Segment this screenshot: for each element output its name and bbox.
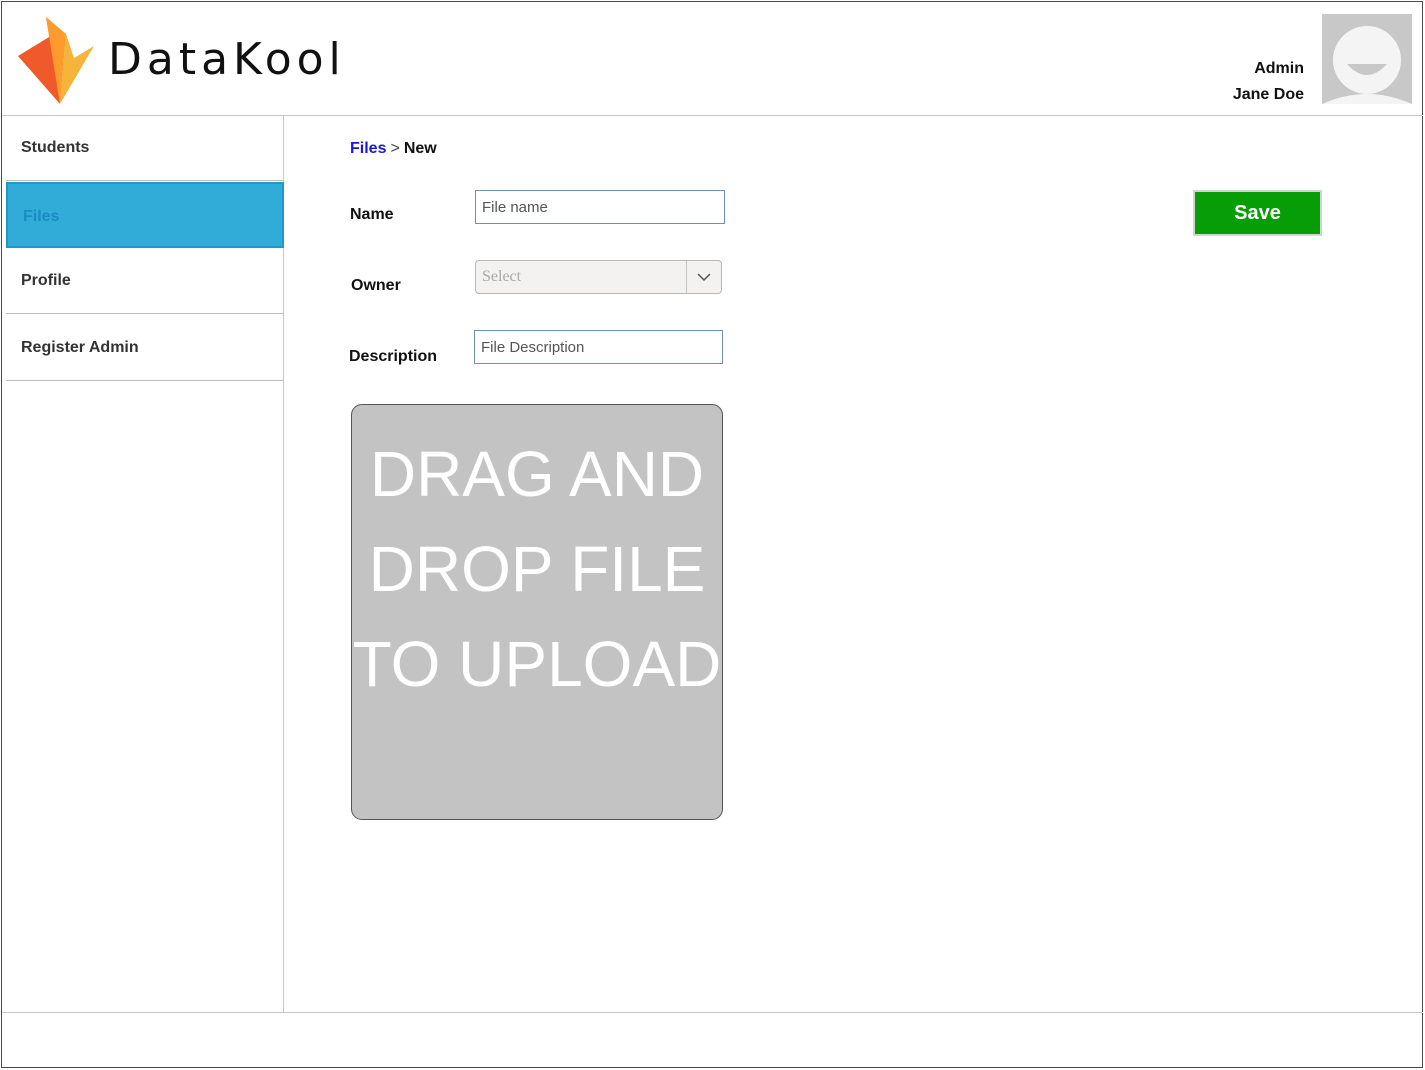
- footer-divider: [2, 1012, 1423, 1013]
- file-name-input[interactable]: [475, 190, 725, 224]
- user-role: Admin: [1254, 60, 1304, 77]
- chevron-down-icon[interactable]: [686, 261, 721, 293]
- sidebar-item-profile[interactable]: Profile: [6, 248, 284, 314]
- breadcrumb-current: New: [403, 140, 437, 157]
- owner-select[interactable]: Select: [475, 260, 722, 294]
- owner-label: Owner: [351, 277, 401, 294]
- name-label: Name: [350, 206, 394, 223]
- user-name[interactable]: Jane Doe: [1233, 86, 1304, 104]
- breadcrumb-separator: >: [390, 140, 400, 157]
- sidebar: Students Files Profile Register Admin: [2, 115, 284, 1013]
- owner-select-value: Select: [482, 268, 522, 285]
- datakool-logo-icon: [18, 17, 94, 104]
- file-description-input[interactable]: [474, 330, 723, 364]
- sidebar-item-files[interactable]: Files: [6, 182, 284, 248]
- app-window: DataKool Admin Jane Doe Students Files P…: [1, 1, 1423, 1068]
- header: DataKool Admin Jane Doe: [2, 2, 1423, 116]
- brand-name: DataKool: [108, 34, 346, 85]
- breadcrumb-files-link[interactable]: Files: [350, 140, 386, 157]
- user-avatar-icon[interactable]: [1322, 14, 1412, 104]
- breadcrumb: Files > New: [350, 140, 437, 158]
- sidebar-item-students[interactable]: Students: [6, 115, 284, 181]
- description-label: Description: [349, 348, 438, 365]
- file-dropzone[interactable]: DRAG AND DROP FILE TO UPLOAD: [351, 404, 723, 820]
- dropzone-text: DRAG AND DROP FILE TO UPLOAD: [352, 438, 722, 700]
- save-button[interactable]: Save: [1193, 190, 1322, 236]
- sidebar-item-register-admin[interactable]: Register Admin: [6, 315, 284, 381]
